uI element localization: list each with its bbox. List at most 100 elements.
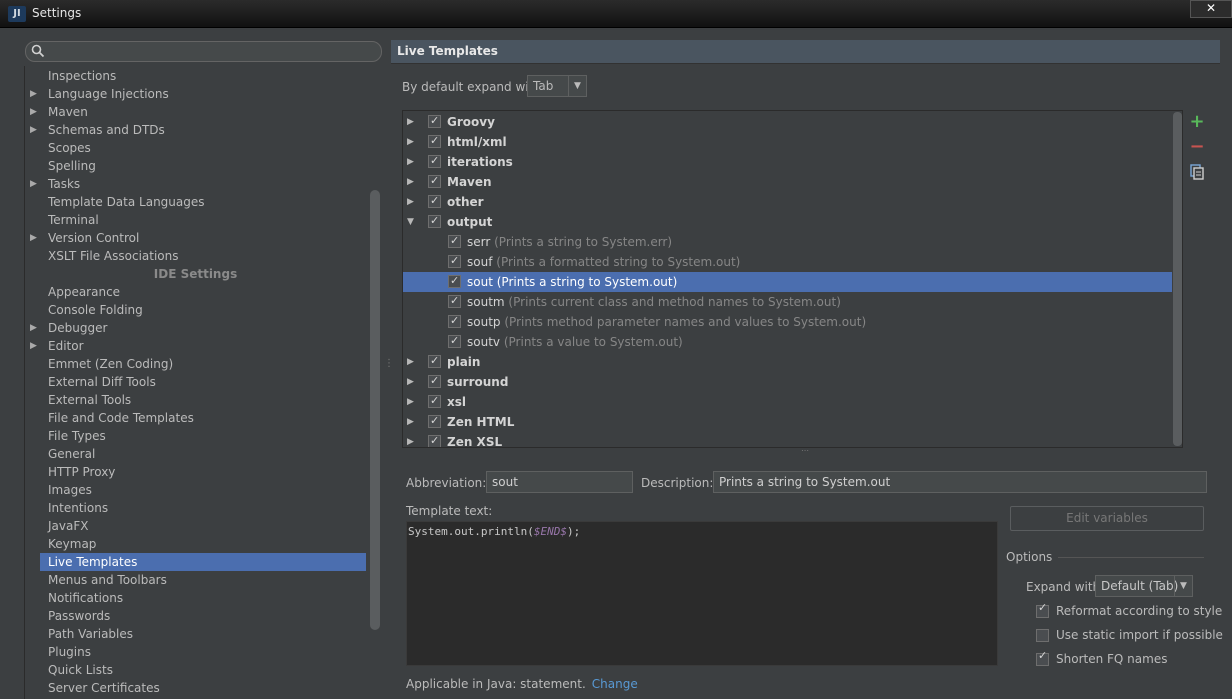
template-checkbox[interactable] (448, 271, 461, 291)
sidebar-item[interactable]: JavaFX (25, 517, 366, 535)
expand-arrow-icon[interactable]: ▶ (407, 112, 414, 132)
sidebar-item[interactable]: Spelling (25, 157, 366, 175)
group-checkbox[interactable] (428, 171, 441, 191)
expand-arrow-icon[interactable]: ▶ (30, 85, 37, 103)
expand-arrow-icon[interactable]: ▶ (30, 229, 37, 247)
group-checkbox[interactable] (428, 371, 441, 391)
group-checkbox[interactable] (428, 111, 441, 131)
group-checkbox[interactable] (428, 411, 441, 431)
sidebar-item[interactable]: Plugins (25, 643, 366, 661)
sidebar-item[interactable]: Scopes (25, 139, 366, 157)
group-checkbox[interactable] (428, 191, 441, 211)
template-group-row[interactable]: ▶ other (403, 191, 1172, 212)
sidebar-item[interactable]: ▶ Debugger (25, 319, 366, 337)
expand-arrow-icon[interactable]: ▶ (30, 175, 37, 193)
template-text-editor[interactable]: System.out.println($END$); (406, 521, 998, 666)
template-group-row[interactable]: ▶ Zen HTML (403, 411, 1172, 432)
remove-template-button[interactable]: − (1188, 138, 1206, 156)
template-group-row[interactable]: ▶ html/xml (403, 131, 1172, 152)
splitter-handle[interactable]: ⋮ (384, 359, 394, 378)
description-field[interactable]: Prints a string to System.out (713, 471, 1207, 493)
template-group-row[interactable]: ▶ iterations (403, 151, 1172, 172)
add-template-button[interactable]: + (1188, 113, 1206, 131)
expand-with-select[interactable]: Default (Tab) ▼ (1095, 575, 1193, 597)
sidebar-item[interactable]: ▶ Schemas and DTDs (25, 121, 366, 139)
sidebar-item[interactable]: Live Templates (40, 553, 366, 571)
expand-arrow-icon[interactable]: ▶ (30, 103, 37, 121)
template-checkbox[interactable] (448, 291, 461, 311)
sidebar-item[interactable]: External Tools (25, 391, 366, 409)
sidebar-item[interactable]: ▶ Tasks (25, 175, 366, 193)
copy-template-button[interactable] (1188, 163, 1206, 181)
expand-arrow-icon[interactable]: ▶ (407, 372, 414, 392)
static-import-checkbox[interactable]: Use static import if possible (1036, 628, 1223, 645)
sidebar-item[interactable]: Images (25, 481, 366, 499)
sidebar-item[interactable]: Server Certificates (25, 679, 366, 697)
expand-arrow-icon[interactable]: ▶ (407, 172, 414, 192)
sidebar-item[interactable]: HTTP Proxy (25, 463, 366, 481)
sidebar-item[interactable]: Inspections (25, 67, 366, 85)
sidebar-item[interactable]: Keymap (25, 535, 366, 553)
template-row[interactable]: soutp (Prints method parameter names and… (403, 311, 1172, 332)
expand-arrow-icon[interactable]: ▶ (30, 319, 37, 337)
template-row[interactable]: soutm (Prints current class and method n… (403, 291, 1172, 312)
sidebar-item[interactable]: Appearance (25, 283, 366, 301)
resize-handle[interactable]: ⋯ (797, 447, 813, 455)
sidebar-item[interactable]: Template Data Languages (25, 193, 366, 211)
template-group-row[interactable]: ▶ Zen XSL (403, 431, 1172, 447)
expand-arrow-icon[interactable]: ▶ (407, 152, 414, 172)
expand-arrow-icon[interactable]: ▶ (30, 121, 37, 139)
sidebar-item[interactable]: Intentions (25, 499, 366, 517)
group-checkbox[interactable] (428, 131, 441, 151)
edit-variables-button[interactable]: Edit variables (1010, 506, 1204, 531)
expand-arrow-icon[interactable]: ▶ (407, 412, 414, 432)
template-row[interactable]: soutv (Prints a value to System.out) (403, 331, 1172, 352)
sidebar-item[interactable]: ▶ Maven (25, 103, 366, 121)
group-checkbox[interactable] (428, 151, 441, 171)
sidebar-item[interactable]: External Diff Tools (25, 373, 366, 391)
template-checkbox[interactable] (448, 331, 461, 351)
sidebar-item[interactable]: Notifications (25, 589, 366, 607)
expand-arrow-icon[interactable]: ▶ (407, 352, 414, 372)
template-checkbox[interactable] (448, 231, 461, 251)
sidebar-item[interactable]: Emmet (Zen Coding) (25, 355, 366, 373)
template-group-row[interactable]: ▶ Maven (403, 171, 1172, 192)
template-checkbox[interactable] (448, 311, 461, 331)
expand-arrow-icon[interactable]: ▶ (407, 192, 414, 212)
sidebar-item[interactable]: General (25, 445, 366, 463)
sidebar-item[interactable]: Console Folding (25, 301, 366, 319)
close-button[interactable]: ✕ (1190, 0, 1232, 18)
sidebar-item[interactable]: Path Variables (25, 625, 366, 643)
template-row[interactable]: sout (Prints a string to System.out) (403, 271, 1172, 292)
template-group-row[interactable]: ▼ output (403, 211, 1172, 232)
search-input[interactable] (25, 41, 382, 62)
sidebar-item[interactable]: ▶ Editor (25, 337, 366, 355)
expand-arrow-icon[interactable]: ▶ (407, 392, 414, 412)
expand-arrow-icon[interactable]: ▶ (30, 337, 37, 355)
template-group-row[interactable]: ▶ xsl (403, 391, 1172, 412)
group-checkbox[interactable] (428, 391, 441, 411)
template-group-row[interactable]: ▶ plain (403, 351, 1172, 372)
collapse-arrow-icon[interactable]: ▼ (407, 212, 414, 232)
sidebar-item[interactable]: Passwords (25, 607, 366, 625)
group-checkbox[interactable] (428, 431, 441, 447)
expand-arrow-icon[interactable]: ▶ (407, 432, 414, 447)
template-group-row[interactable]: ▶ surround (403, 371, 1172, 392)
expand-arrow-icon[interactable]: ▶ (407, 132, 414, 152)
change-context-link[interactable]: Change (592, 677, 638, 691)
template-row[interactable]: souf (Prints a formatted string to Syste… (403, 251, 1172, 272)
sidebar-item[interactable]: Terminal (25, 211, 366, 229)
shorten-fq-checkbox[interactable]: Shorten FQ names (1036, 649, 1216, 669)
sidebar-item[interactable]: File Types (25, 427, 366, 445)
sidebar-item[interactable]: Menus and Toolbars (25, 571, 366, 589)
abbreviation-field[interactable]: sout (486, 471, 633, 493)
sidebar-item[interactable]: ▶ Language Injections (25, 85, 366, 103)
template-group-row[interactable]: ▶ Groovy (403, 111, 1172, 132)
templates-scrollbar[interactable] (1173, 112, 1182, 446)
default-expand-select[interactable]: Tab ▼ (527, 75, 587, 97)
sidebar-item[interactable]: XSLT File Associations (25, 247, 366, 265)
left-scrollbar[interactable] (370, 190, 380, 630)
template-row[interactable]: serr (Prints a string to System.err) (403, 231, 1172, 252)
template-checkbox[interactable] (448, 251, 461, 271)
reformat-checkbox[interactable]: Reformat according to style (1036, 601, 1222, 621)
